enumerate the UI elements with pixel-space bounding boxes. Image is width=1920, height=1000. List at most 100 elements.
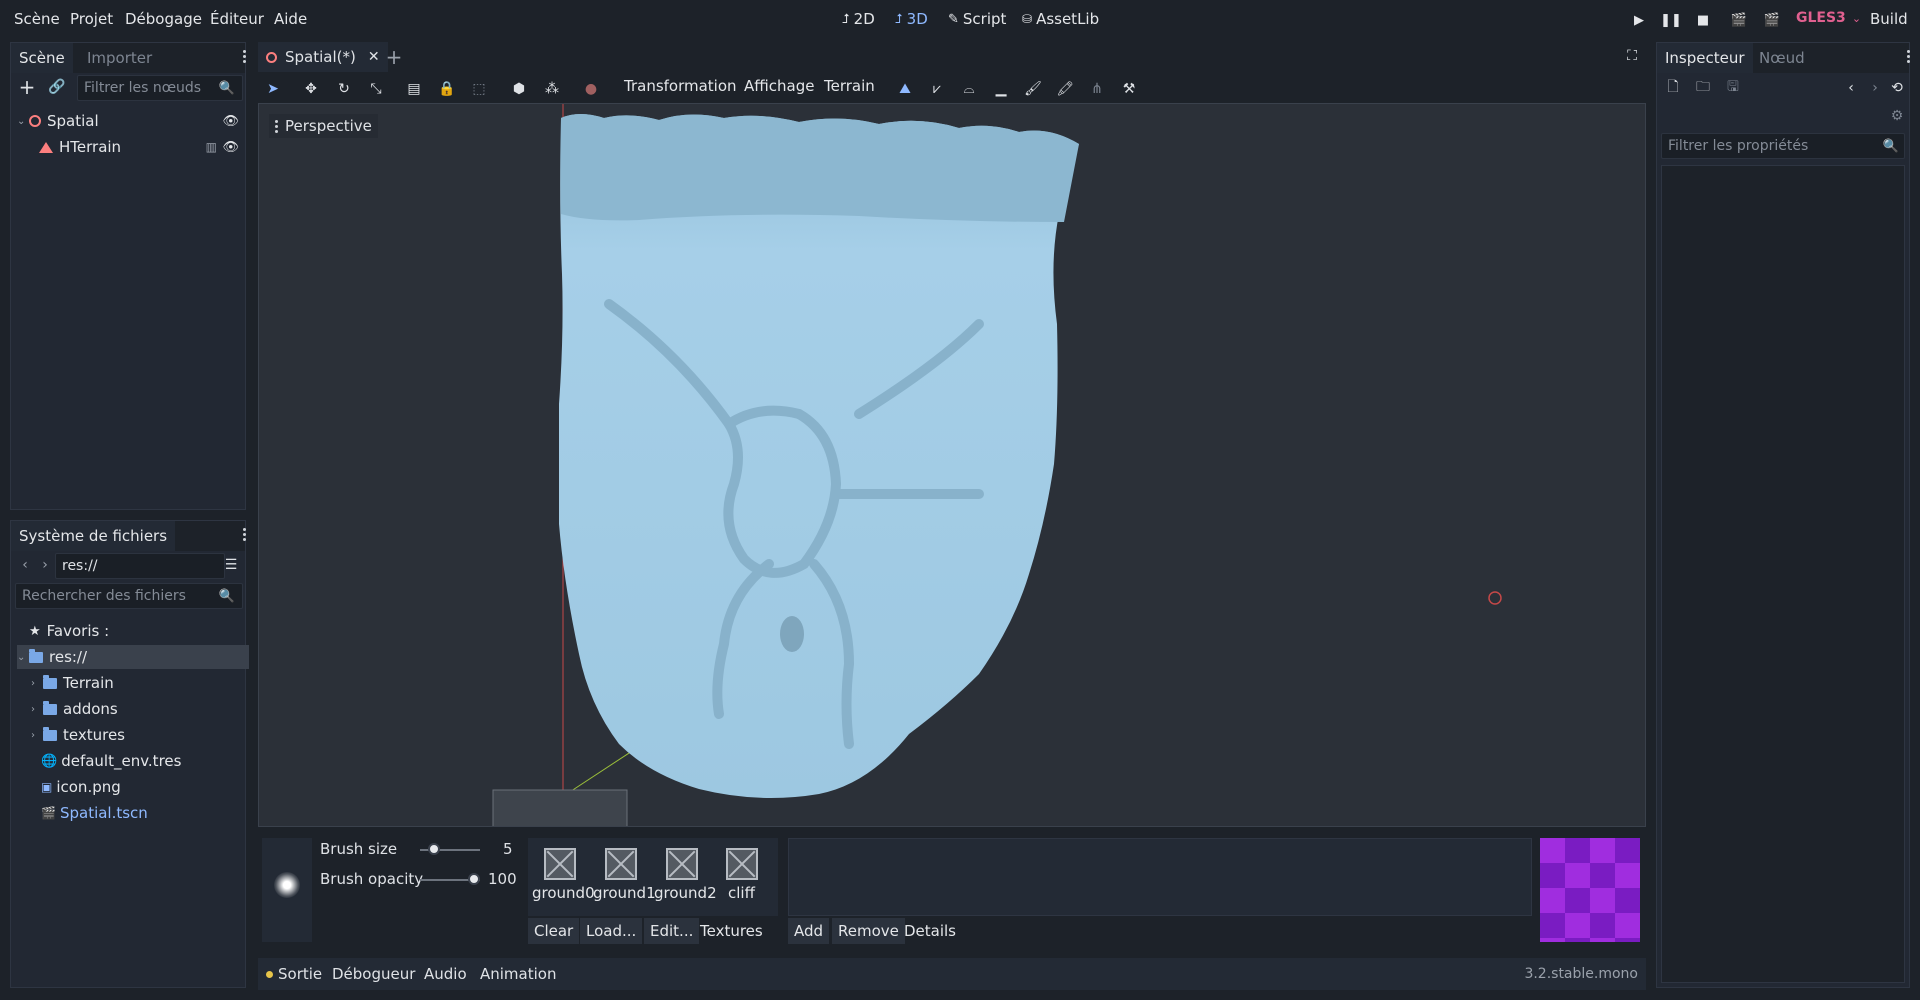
pause-icon[interactable]: ❚❚ [1660, 12, 1682, 28]
grass-icon[interactable]: ⋔ [1086, 78, 1108, 100]
add-detail-button[interactable]: Add [788, 918, 830, 944]
filter-properties-input[interactable] [1661, 133, 1905, 159]
rotate-tool-icon[interactable]: ↻ [333, 78, 355, 100]
raise-terrain-icon[interactable]: ⛰ [894, 78, 916, 100]
scale-tool-icon[interactable]: ⤡ [365, 78, 387, 100]
tree-item-spatial-tscn[interactable]: 🎬 Spatial.tscn [41, 801, 148, 825]
add-node-icon[interactable]: + [17, 75, 37, 99]
workspace-2d-button[interactable]: ⮥ 2D [842, 10, 875, 28]
new-resource-icon[interactable]: 🗋 [1663, 78, 1683, 98]
slider-handle[interactable] [468, 873, 480, 885]
tree-item-default-env[interactable]: 🌐 default_env.tres [41, 749, 181, 773]
color-paint-icon[interactable]: 🖍 [1054, 78, 1076, 100]
folder-icon [43, 700, 57, 715]
chevron-right-icon[interactable]: › [1865, 78, 1885, 98]
edit-button[interactable]: Edit... [644, 918, 700, 944]
tab-scene[interactable]: Scène [11, 43, 73, 73]
search-files-input[interactable] [15, 583, 243, 609]
workspace-assetlib-button[interactable]: ⛁ AssetLib [1022, 10, 1099, 28]
chevron-right-icon: › [31, 703, 35, 715]
texture-slot-ground0[interactable] [544, 848, 576, 880]
select-tool-icon[interactable]: ➤ [262, 78, 284, 100]
dock-menu-icon[interactable] [1907, 48, 1911, 65]
tab-node[interactable]: Nœud [1751, 43, 1813, 73]
brush-opacity-slider[interactable] [420, 873, 480, 889]
tree-item-spatial[interactable]: ⌄ Spatial 👁 [17, 109, 243, 133]
tab-import[interactable]: Importer [79, 43, 160, 73]
remove-detail-button[interactable]: Remove [832, 918, 905, 944]
texture-slot-ground1[interactable] [605, 848, 637, 880]
menu-project[interactable]: Projet [70, 10, 113, 28]
view-menu[interactable]: Affichage [744, 77, 814, 95]
brush-size-slider[interactable] [420, 843, 480, 859]
texture-slot-ground2[interactable] [666, 848, 698, 880]
distraction-free-icon[interactable]: ⛶ [1622, 46, 1642, 66]
texture-slot-cliff[interactable] [726, 848, 758, 880]
visibility-eye-icon[interactable]: 👁 [222, 114, 239, 129]
transformation-menu[interactable]: Transformation [624, 77, 737, 95]
tab-output[interactable]: Sortie [278, 965, 322, 983]
play-scene-icon[interactable]: 🎬 [1730, 12, 1748, 28]
tab-filesystem[interactable]: Système de fichiers [11, 521, 176, 551]
favorites-item[interactable]: ★ Favoris : [29, 619, 109, 643]
tab-debugger[interactable]: Débogueur [332, 965, 415, 983]
close-icon[interactable]: ✕ [368, 49, 380, 65]
dock-menu-icon[interactable] [243, 526, 247, 543]
tab-inspector[interactable]: Inspecteur [1657, 43, 1753, 73]
snap-icon[interactable]: ⁂ [541, 78, 563, 100]
load-button[interactable]: Load... [580, 918, 643, 944]
tab-audio[interactable]: Audio [424, 965, 467, 983]
script-icon[interactable]: ▥ [206, 140, 217, 154]
chevron-left-icon[interactable]: ‹ [15, 555, 35, 575]
menu-debug[interactable]: Débogage [125, 10, 202, 28]
chevron-left-icon[interactable]: ‹ [1841, 78, 1861, 98]
add-scene-tab-icon[interactable]: + [384, 45, 404, 69]
lock-icon[interactable]: 🔒 [436, 78, 458, 100]
tree-item-icon-png[interactable]: ▣ icon.png [41, 775, 121, 799]
3d-viewport[interactable]: Perspective [258, 103, 1646, 827]
menu-scene[interactable]: Scène [14, 10, 60, 28]
tree-item-hterrain[interactable]: HTerrain ▥ 👁 [39, 135, 243, 159]
dock-menu-icon[interactable] [243, 48, 247, 65]
slider-handle[interactable] [427, 843, 440, 855]
stop-icon[interactable]: ■ [1694, 12, 1712, 28]
workspace-3d-button[interactable]: ⮥ 3D [895, 10, 928, 28]
clear-button[interactable]: Clear [528, 918, 580, 944]
history-icon[interactable]: ⟲ [1887, 78, 1907, 98]
tab-animation[interactable]: Animation [480, 965, 556, 983]
textures-button[interactable]: Textures [694, 918, 769, 944]
terrain-menu[interactable]: Terrain [824, 77, 875, 95]
chevron-right-icon[interactable]: › [35, 555, 55, 575]
scene-tab-spatial[interactable]: Spatial(*) ✕ [258, 42, 388, 72]
flatten-terrain-icon[interactable]: ▁ [990, 78, 1012, 100]
tree-item-res-root[interactable]: ⌄ res:// [17, 645, 249, 669]
build-button[interactable]: Build [1870, 10, 1908, 28]
menu-editor[interactable]: Éditeur [210, 10, 264, 28]
tree-item-textures[interactable]: › textures [31, 723, 125, 747]
instance-link-icon[interactable]: 🔗 [47, 77, 67, 97]
open-folder-icon[interactable]: 🗀 [1693, 78, 1713, 98]
object-properties-icon[interactable]: ⚙ [1887, 106, 1907, 126]
split-view-icon[interactable]: ☰ [221, 555, 241, 575]
local-space-icon[interactable]: ⬢ [508, 78, 530, 100]
smooth-terrain-icon[interactable]: ⌓ [958, 78, 980, 100]
visibility-eye-icon[interactable]: 👁 [222, 140, 239, 155]
renderer-selector[interactable]: GLES3 ⌄ [1796, 10, 1861, 26]
inspector-property-area [1661, 165, 1905, 983]
play-custom-scene-icon[interactable]: 🎬 [1763, 12, 1781, 28]
paint-brush-icon[interactable]: 🖌 [1022, 78, 1044, 100]
move-tool-icon[interactable]: ✥ [300, 78, 322, 100]
erode-icon[interactable]: ⚒ [1118, 78, 1140, 100]
save-icon[interactable]: 🖫 [1723, 78, 1743, 98]
group-icon[interactable]: ⬚ [468, 78, 490, 100]
tree-item-addons[interactable]: › addons [31, 697, 118, 721]
lower-terrain-icon[interactable]: ⩗ [926, 78, 948, 100]
list-select-icon[interactable]: ▤ [403, 78, 425, 100]
menu-help[interactable]: Aide [274, 10, 307, 28]
play-icon[interactable]: ▶ [1630, 12, 1648, 28]
workspace-script-button[interactable]: ✎ Script [948, 10, 1006, 28]
camera-preview-icon[interactable]: ● [580, 78, 602, 100]
details-button[interactable]: Details [898, 918, 962, 944]
tree-item-terrain[interactable]: › Terrain [31, 671, 114, 695]
path-input[interactable] [55, 553, 225, 579]
